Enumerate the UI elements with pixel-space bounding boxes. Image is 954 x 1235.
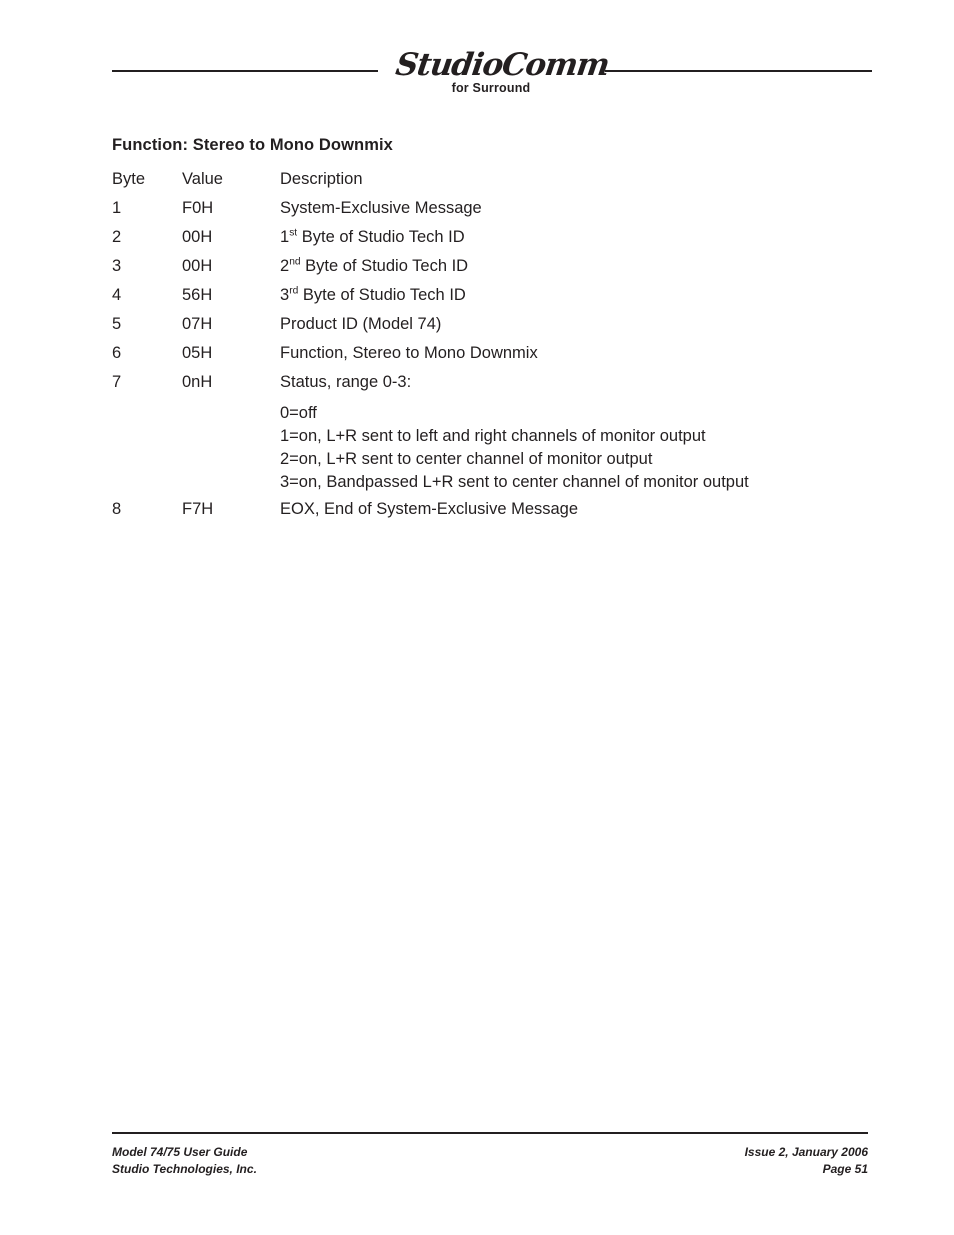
table-row: 1 F0H System-Exclusive Message: [112, 199, 902, 228]
cell-byte: 5: [112, 315, 122, 333]
footer-issue-date: Issue 2, January 2006: [744, 1145, 868, 1159]
section-title: Function: Stereo to Mono Downmix: [112, 136, 393, 154]
logo-wordmark: StudioComm: [393, 47, 611, 83]
cell-description: 3rd Byte of Studio Tech ID: [280, 285, 466, 304]
status-option: 2=on, L+R sent to center channel of moni…: [280, 450, 653, 468]
cell-description: Status, range 0-3:: [280, 373, 412, 391]
cell-value: 05H: [182, 344, 213, 362]
studiocomm-logo: StudioComm for Surround: [393, 47, 611, 95]
status-option: 3=on, Bandpassed L+R sent to center chan…: [280, 473, 749, 491]
cell-value: 00H: [182, 257, 213, 275]
table-row: 3 00H 2nd Byte of Studio Tech ID: [112, 257, 902, 286]
cell-value: F0H: [182, 199, 214, 217]
table-header-row: Byte Value Description: [112, 170, 902, 199]
cell-byte: 3: [112, 257, 122, 275]
cell-byte: 7: [112, 373, 122, 391]
cell-description: Product ID (Model 74): [280, 315, 442, 333]
cell-byte: 1: [112, 199, 122, 217]
cell-value: 07H: [182, 315, 213, 333]
column-header-byte: Byte: [112, 170, 146, 188]
cell-byte: 4: [112, 286, 122, 304]
logo-tagline: for Surround: [451, 81, 531, 95]
footer-document-title: Model 74/75 User Guide: [112, 1145, 248, 1159]
page-header: StudioComm for Surround: [0, 47, 954, 110]
cell-value: F7H: [182, 500, 214, 518]
cell-description: 2nd Byte of Studio Tech ID: [280, 256, 469, 275]
table-row: 4 56H 3rd Byte of Studio Tech ID: [112, 286, 902, 315]
cell-byte: 2: [112, 228, 122, 246]
cell-value: 0nH: [182, 373, 213, 391]
footer-page-number: Page 51: [822, 1162, 868, 1176]
header-rule-right: [605, 70, 872, 72]
status-option: 0=off: [280, 404, 317, 422]
cell-byte: 6: [112, 344, 122, 362]
footer-company-name: Studio Technologies, Inc.: [112, 1162, 257, 1176]
column-header-description: Description: [280, 170, 363, 188]
cell-description: 1st Byte of Studio Tech ID: [280, 227, 465, 246]
footer-left-block: Model 74/75 User Guide Studio Technologi…: [112, 1144, 257, 1178]
cell-description: Function, Stereo to Mono Downmix: [280, 344, 538, 362]
table-row: 7 0nH Status, range 0-3:: [112, 373, 902, 402]
header-rule-left: [112, 70, 378, 72]
sysex-message-table: Byte Value Description 1 F0H System-Excl…: [112, 170, 902, 529]
cell-byte: 8: [112, 500, 122, 518]
table-row: 8 F7H EOX, End of System-Exclusive Messa…: [112, 500, 902, 529]
document-page: StudioComm for Surround Function: Stereo…: [0, 0, 954, 1235]
cell-description: EOX, End of System-Exclusive Message: [280, 500, 579, 518]
cell-value: 00H: [182, 228, 213, 246]
table-row: 2 00H 1st Byte of Studio Tech ID: [112, 228, 902, 257]
cell-value: 56H: [182, 286, 213, 304]
column-header-value: Value: [182, 170, 223, 188]
cell-description: System-Exclusive Message: [280, 199, 482, 217]
footer-right-block: Issue 2, January 2006 Page 51: [745, 1144, 868, 1178]
table-row: 6 05H Function, Stereo to Mono Downmix: [112, 344, 902, 373]
status-option: 1=on, L+R sent to left and right channel…: [280, 427, 706, 445]
footer-rule: [112, 1132, 868, 1134]
status-option-list: 0=off 1=on, L+R sent to left and right c…: [280, 402, 902, 494]
table-row: 5 07H Product ID (Model 74): [112, 315, 902, 344]
